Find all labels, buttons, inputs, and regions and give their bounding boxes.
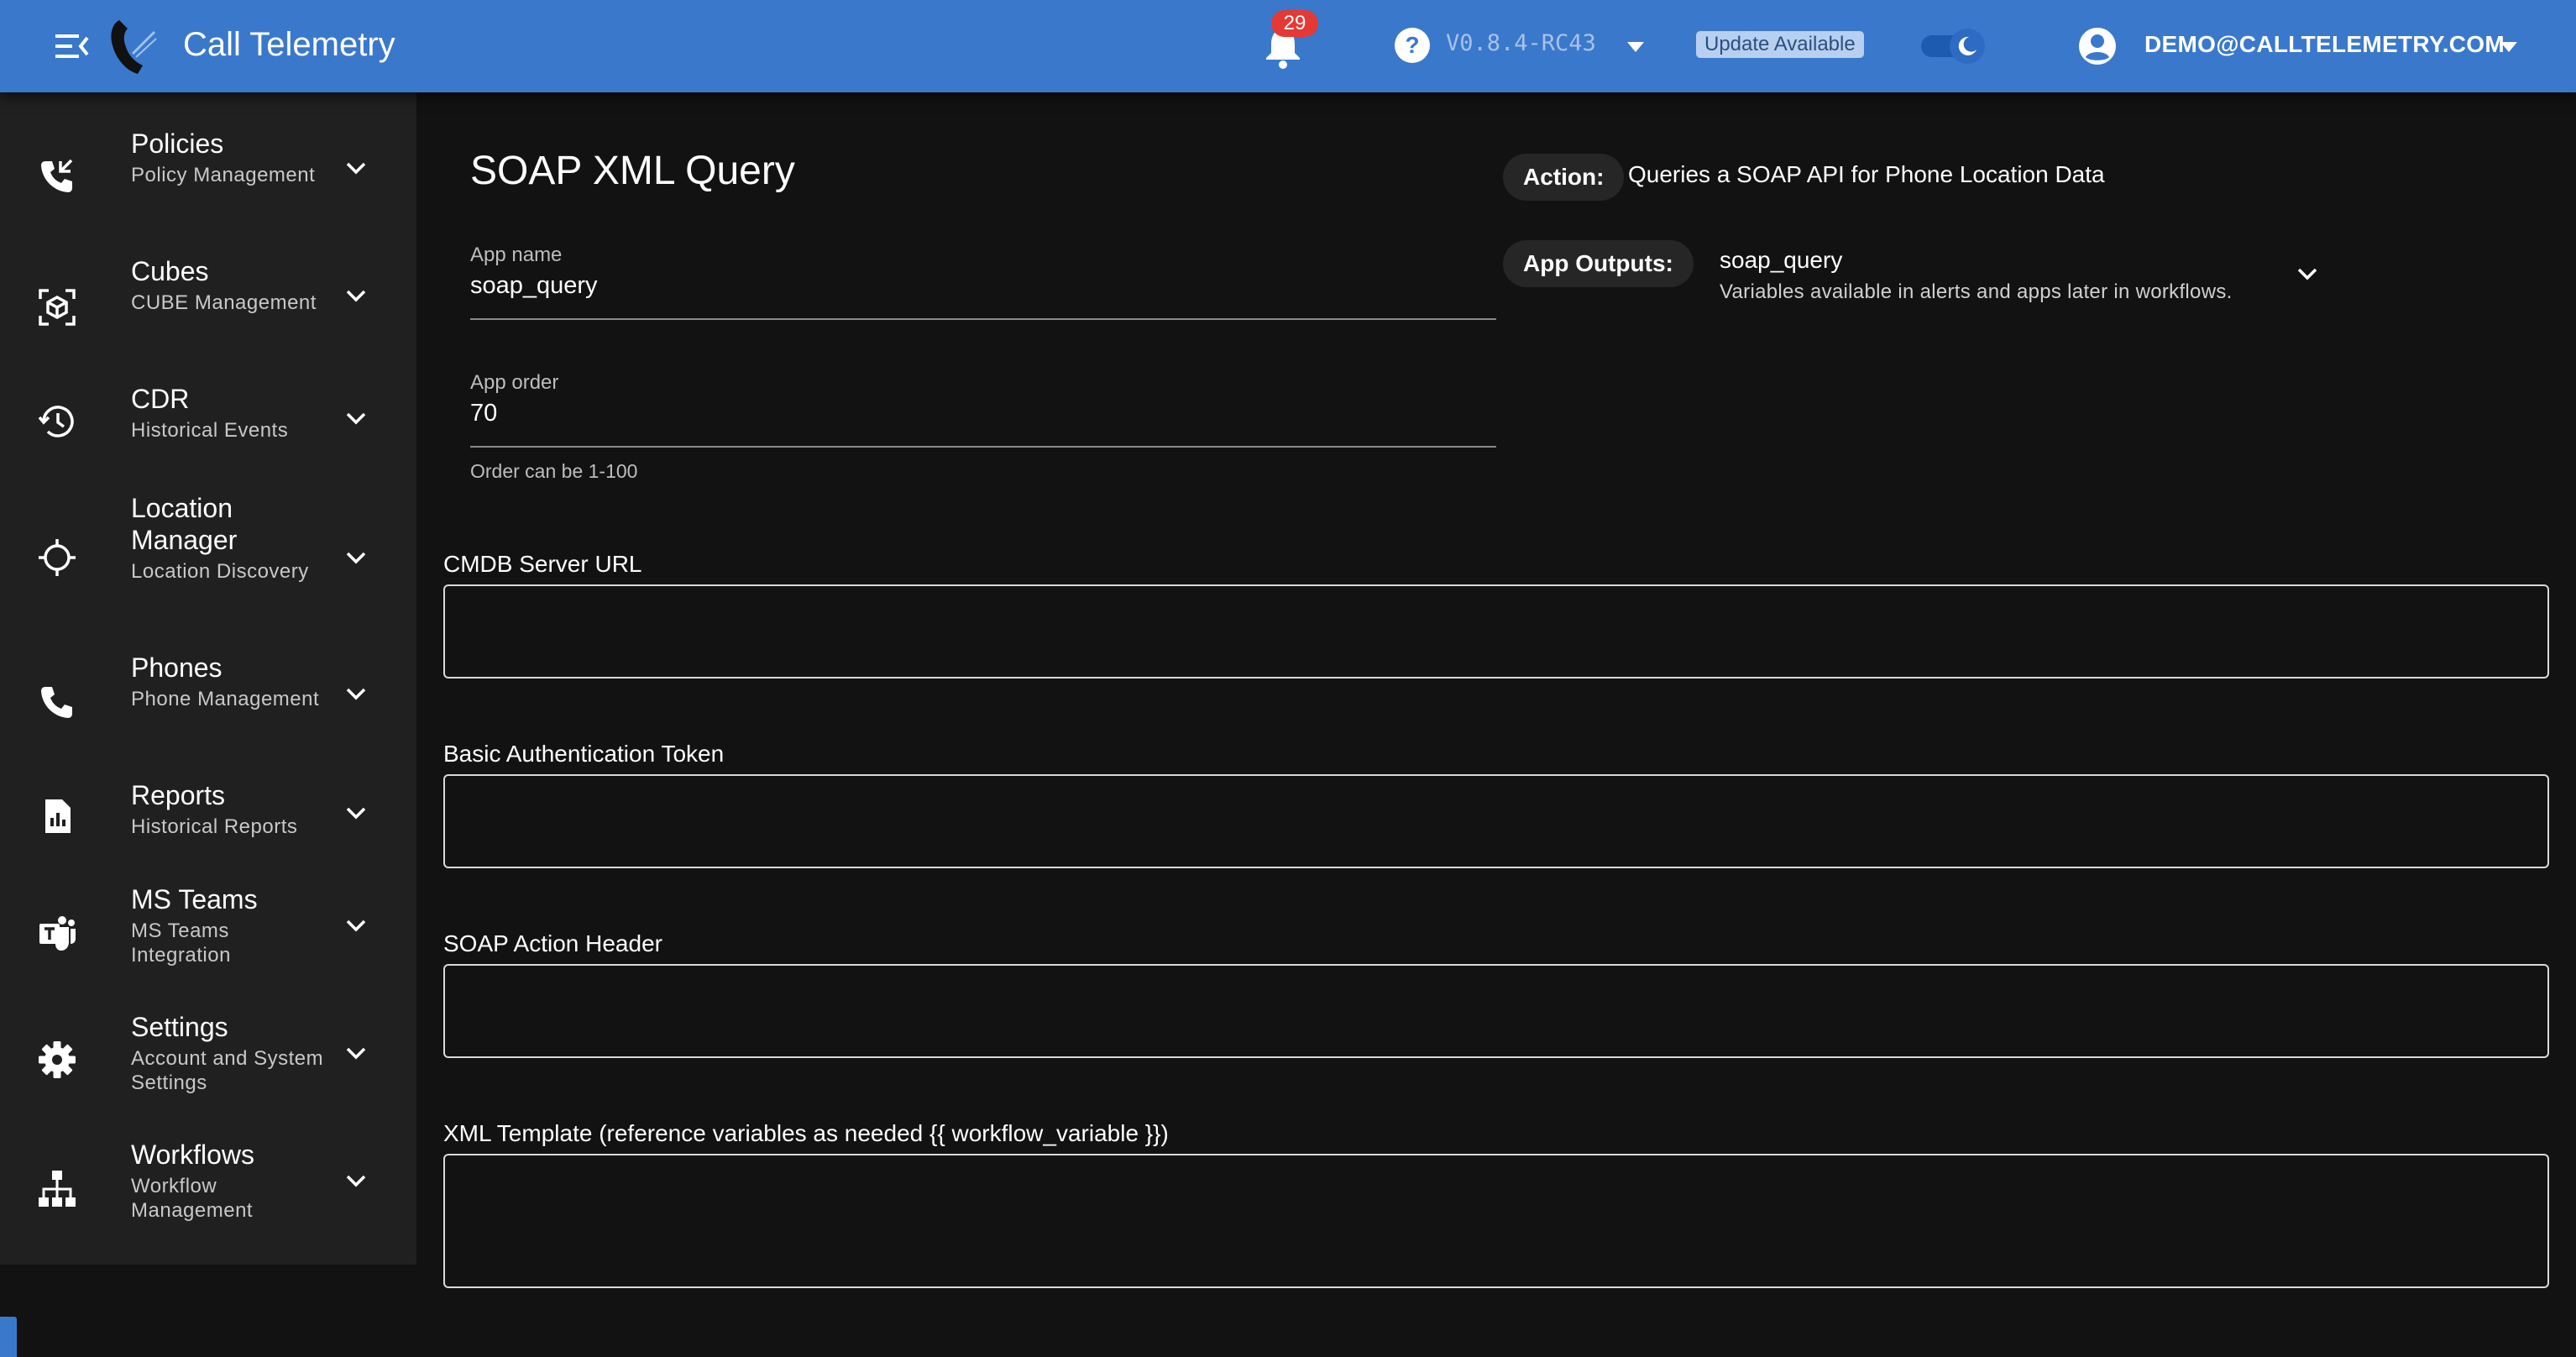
cube-scan-icon <box>37 287 77 327</box>
chevron-down-icon[interactable] <box>339 796 373 830</box>
sidebar-resize-handle[interactable] <box>0 1317 17 1357</box>
sidebar-item-subtitle: Account and System Settings <box>131 1047 324 1094</box>
sidebar-item-title: Settings <box>131 1012 228 1042</box>
sidebar-item-subtitle: MS Teams Integration <box>131 920 231 967</box>
sidebar-item-cubes[interactable]: Cubes CUBE Management <box>0 255 416 364</box>
account-circle-icon[interactable] <box>2076 25 2118 67</box>
cmdb-server-url-input[interactable] <box>443 584 2549 678</box>
app-outputs-chip: App Outputs: <box>1503 240 1694 287</box>
app-title: Call Telemetry <box>183 26 395 63</box>
sidebar-item-subtitle: CUBE Management <box>131 291 317 314</box>
chevron-down-icon[interactable] <box>339 677 373 710</box>
app-name-input[interactable]: soap_query <box>470 272 598 300</box>
menu-collapse-icon[interactable] <box>50 28 92 65</box>
sidebar-item-phones[interactable]: Phones Phone Management <box>0 652 416 761</box>
action-description: Queries a SOAP API for Phone Location Da… <box>1628 161 2105 187</box>
update-available-badge[interactable]: Update Available <box>1696 31 1864 58</box>
app-name-label: App name <box>470 244 563 266</box>
xml-template-label: XML Template (reference variables as nee… <box>443 1120 1169 1146</box>
sidebar-item-title: Reports <box>131 780 226 810</box>
version-label[interactable]: V0.8.4-RC43 <box>1446 30 1596 56</box>
gear-icon <box>37 1040 77 1080</box>
cmdb-server-url-label: CMDB Server URL <box>443 551 642 577</box>
sidebar-item-reports[interactable]: Reports Historical Reports <box>0 779 416 863</box>
sidebar-item-title: Workflows <box>131 1140 254 1170</box>
app-order-label: App order <box>470 371 559 394</box>
app-order-helper-text: Order can be 1-100 <box>470 460 638 482</box>
sitemap-icon <box>37 1169 77 1209</box>
sidebar-item-policies[interactable]: Policies Policy Management <box>0 128 416 237</box>
report-icon <box>37 796 77 836</box>
phone-icon <box>37 682 77 722</box>
chevron-down-icon[interactable] <box>339 541 373 574</box>
history-icon <box>37 401 77 442</box>
account-caret-down-icon[interactable] <box>2494 34 2524 59</box>
main-content: SOAP XML Query App name soap_query App o… <box>416 92 2576 1288</box>
version-caret-down-icon[interactable] <box>1620 34 1651 59</box>
chevron-down-icon[interactable] <box>339 1164 373 1197</box>
sidebar-item-subtitle: Historical Reports <box>131 815 298 838</box>
sidebar-item-title: Policies <box>131 128 224 159</box>
sidebar-item-subtitle: Location Discovery <box>131 560 309 583</box>
chevron-down-icon[interactable] <box>339 1036 373 1070</box>
action-chip: Action: <box>1503 154 1625 201</box>
basic-auth-token-label: Basic Authentication Token <box>443 741 725 767</box>
sidebar-item-subtitle: Phone Management <box>131 688 320 710</box>
sidebar-item-title: MS Teams <box>131 884 258 914</box>
sidebar-item-settings[interactable]: Settings Account and System Settings <box>0 1011 416 1120</box>
ms-teams-icon <box>37 914 77 954</box>
basic-auth-token-input[interactable] <box>443 774 2549 868</box>
sidebar-item-subtitle: Policy Management <box>131 164 316 186</box>
svg-text:?: ? <box>1405 32 1419 58</box>
chevron-down-icon[interactable] <box>339 401 373 435</box>
soap-action-header-input[interactable] <box>443 964 2549 1058</box>
chevron-down-icon[interactable] <box>339 909 373 942</box>
page-title: SOAP XML Query <box>470 149 795 193</box>
sidebar-nav: Policies Policy Management Cubes CUBE Ma… <box>0 92 416 1357</box>
app-order-underline <box>470 446 1496 448</box>
sidebar-item-subtitle: Workflow Management <box>131 1175 254 1222</box>
xml-template-textarea[interactable] <box>443 1154 2549 1288</box>
chevron-down-icon[interactable] <box>2291 257 2324 291</box>
sidebar-item-title: Cubes <box>131 256 209 286</box>
account-email[interactable]: DEMO@CALLTELEMETRY.COM <box>2144 31 2505 58</box>
help-icon[interactable]: ? <box>1394 27 1431 64</box>
sidebar-item-location-manager[interactable]: Location Manager Location Discovery <box>0 492 416 626</box>
sidebar-item-title: Location Manager <box>131 493 238 555</box>
sidebar-item-cdr[interactable]: CDR Historical Events <box>0 383 416 467</box>
sidebar-item-workflows[interactable]: Workflows Workflow Management <box>0 1139 416 1248</box>
crosshair-icon <box>37 537 77 578</box>
top-app-bar: Call Telemetry 29 ? V0.8.4-RC43 Update A… <box>0 0 2576 92</box>
sidebar-item-subtitle: Historical Events <box>131 419 289 442</box>
sidebar-item-title: Phones <box>131 652 223 683</box>
chevron-down-icon[interactable] <box>339 151 373 185</box>
soap-action-header-label: SOAP Action Header <box>443 930 662 956</box>
app-output-description: Variables available in alerts and apps l… <box>1720 280 2233 303</box>
moon-icon[interactable] <box>1950 29 1985 64</box>
app-name-underline <box>470 318 1496 320</box>
chevron-down-icon[interactable] <box>339 279 373 312</box>
sidebar-item-ms-teams[interactable]: MS Teams MS Teams Integration <box>0 883 416 993</box>
app-order-input[interactable]: 70 <box>470 400 497 427</box>
sidebar-item-title: CDR <box>131 384 190 414</box>
phone-callback-icon <box>37 156 77 196</box>
call-telemetry-logo <box>107 15 165 76</box>
app-output-name: soap_query <box>1720 247 1843 273</box>
notification-count-badge: 29 <box>1271 10 1318 37</box>
